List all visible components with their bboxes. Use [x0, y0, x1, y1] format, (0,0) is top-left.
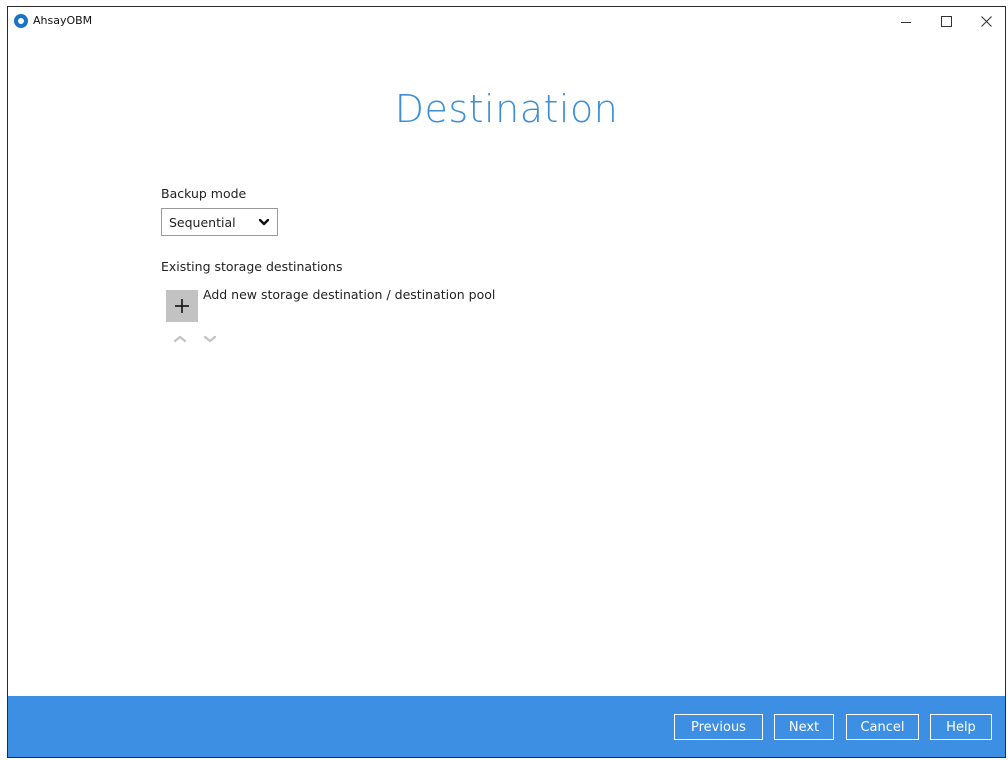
backup-mode-value: Sequential [169, 214, 236, 230]
chevron-down-icon[interactable] [203, 334, 217, 344]
backup-mode-select[interactable]: Sequential [161, 208, 278, 236]
page-title: Destination [394, 87, 619, 131]
backup-mode-label: Backup mode [161, 186, 247, 201]
ahsay-logo-icon [14, 14, 28, 28]
footer-bar: Previous Next Cancel Help [8, 696, 1005, 757]
close-icon [980, 15, 992, 27]
minimize-icon [901, 21, 911, 23]
window-title: AhsayOBM [33, 14, 93, 27]
title-bar: AhsayOBM [8, 7, 1005, 37]
plus-icon [175, 299, 189, 313]
maximize-button[interactable] [926, 7, 966, 35]
next-button[interactable]: Next [774, 714, 834, 740]
existing-destinations-label: Existing storage destinations [161, 259, 343, 274]
chevron-down-icon [259, 218, 269, 226]
previous-button[interactable]: Previous [674, 714, 763, 740]
add-destination-label[interactable]: Add new storage destination / destinatio… [203, 287, 495, 302]
cancel-button[interactable]: Cancel [846, 714, 919, 740]
minimize-button[interactable] [886, 7, 926, 35]
close-button[interactable] [966, 7, 1006, 35]
maximize-icon [940, 15, 952, 27]
chevron-up-icon[interactable] [173, 334, 187, 344]
help-button[interactable]: Help [930, 714, 992, 740]
app-window: AhsayOBM Destination Backup mode Sequent… [7, 6, 1006, 758]
add-destination-button[interactable] [166, 290, 198, 322]
